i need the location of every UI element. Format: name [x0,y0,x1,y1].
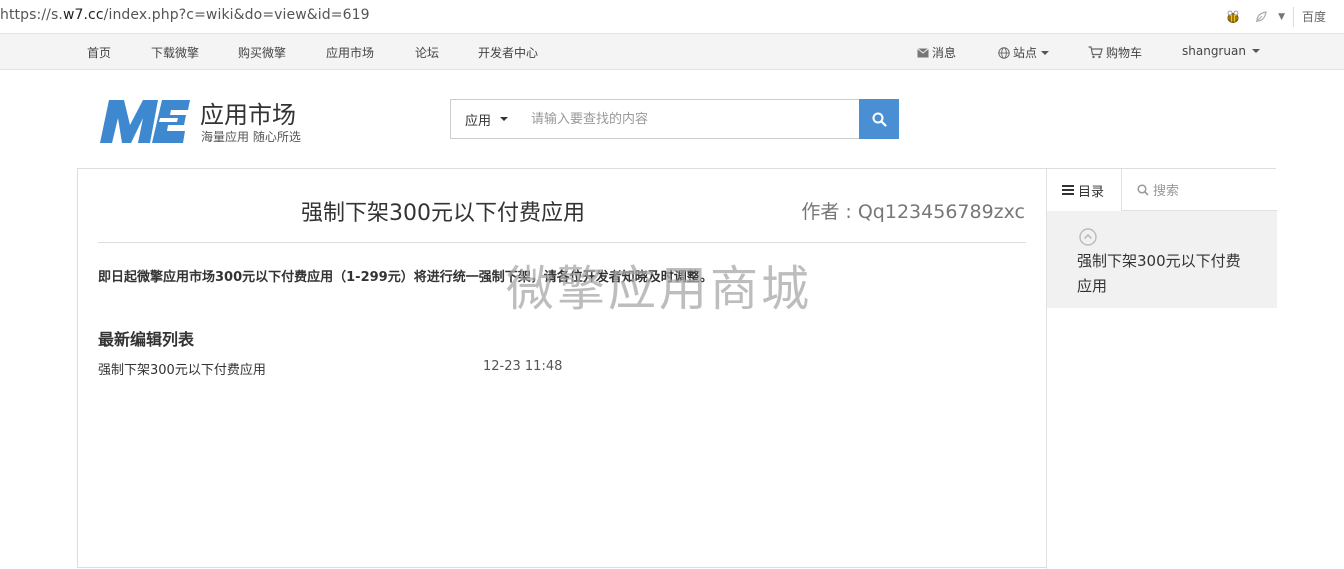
brand-name: 应用市场 [200,101,296,129]
article-author: 作者 : Qq123456789zxc [801,201,1025,223]
me-logo-icon[interactable] [100,97,192,143]
article-panel: 强制下架300元以下付费应用 作者 : Qq123456789zxc 即日起微擎… [77,168,1277,569]
top-nav: 首页 下载微擎 购买微擎 应用市场 论坛 开发者中心 消息 站点 购物车 sha… [0,34,1344,70]
search-category-label: 应用 [465,113,492,129]
chevron-up-circle-icon[interactable] [1079,228,1097,246]
dropdown-caret-icon[interactable]: ▼ [1278,12,1285,22]
cart-link[interactable]: 购物车 [1088,44,1142,61]
search-icon [1137,183,1149,196]
search-bar: 应用 [450,99,899,139]
url-path: /index.php?c=wiki&do=view&id=619 [103,7,370,23]
sidebar: 目录 搜索 强制下架300元以下付费应用 [1046,169,1277,569]
recent-edits-heading: 最新编辑列表 [98,330,195,349]
sites-label: 站点 [1013,46,1038,60]
cart-label: 购物车 [1106,46,1143,60]
nav-home[interactable]: 首页 [87,44,111,61]
envelope-icon [917,47,929,57]
tab-toc[interactable]: 目录 [1047,169,1122,211]
url-field[interactable]: https://s.w7.cc/index.php?c=wiki&do=view… [0,7,370,23]
chevron-down-icon [1251,49,1260,53]
globe-icon [998,46,1010,59]
toc-item[interactable]: 强制下架300元以下付费应用 [1077,249,1252,299]
sidebar-tabs: 目录 搜索 [1047,169,1277,211]
tab-search-label: 搜索 [1153,184,1180,199]
search-engine-label[interactable]: 百度 [1302,8,1344,25]
nav-download[interactable]: 下载微擎 [151,44,199,61]
list-item: 强制下架300元以下付费应用 12-23 11:48 [98,359,698,379]
chevron-down-icon [500,117,509,121]
sites-dropdown[interactable]: 站点 [998,44,1050,61]
tab-toc-label: 目录 [1078,184,1105,200]
brand-slogan: 海量应用 随心所选 [201,130,301,144]
address-bar: https://s.w7.cc/index.php?c=wiki&do=view… [0,0,1344,34]
search-icon [872,112,887,127]
tab-search[interactable]: 搜索 [1137,169,1179,210]
user-menu[interactable]: shangruan [1182,44,1260,58]
user-name: shangruan [1182,44,1246,58]
messages-link[interactable]: 消息 [917,44,956,61]
url-domain: w7.cc [62,7,104,23]
recent-edit-time: 12-23 11:48 [483,359,563,374]
article-notice: 即日起微擎应用市场300元以下付费应用（1-299元）将进行统一强制下架，请各位… [98,270,713,285]
leaf-extension-icon[interactable] [1254,10,1268,24]
nav-buy[interactable]: 购买微擎 [238,44,286,61]
list-icon [1062,185,1074,195]
nav-developer[interactable]: 开发者中心 [478,44,538,61]
chevron-down-icon [1041,50,1050,55]
search-button[interactable] [859,99,899,139]
search-category-select[interactable]: 应用 [450,99,520,139]
messages-label: 消息 [932,46,957,60]
divider [1293,6,1294,27]
recent-edit-link[interactable]: 强制下架300元以下付费应用 [98,359,266,378]
article-title: 强制下架300元以下付费应用 [301,201,585,226]
cart-icon [1088,46,1103,59]
search-input[interactable] [519,99,860,139]
divider [98,242,1026,243]
nav-app-market[interactable]: 应用市场 [326,44,374,61]
toc-panel: 强制下架300元以下付费应用 [1047,211,1277,308]
nav-forum[interactable]: 论坛 [415,44,439,61]
url-prefix: https://s. [0,7,63,23]
bee-extension-icon[interactable] [1226,10,1240,24]
